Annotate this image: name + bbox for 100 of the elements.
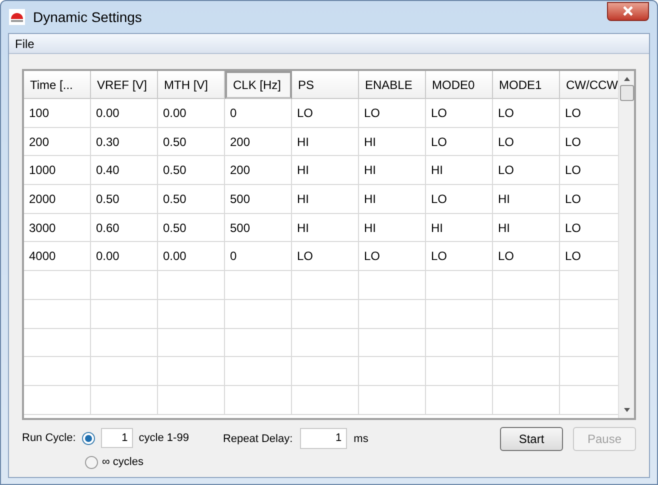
- empty-table-cell: [24, 328, 91, 358]
- run-cycle-label: Run Cycle:: [22, 430, 76, 446]
- repeat-delay-field[interactable]: 1: [300, 428, 347, 449]
- table-cell: LO: [493, 128, 560, 156]
- empty-table-cell: [426, 271, 493, 300]
- table-cell: 500: [225, 214, 292, 242]
- empty-table-cell: [359, 386, 426, 415]
- table-cell: 4000: [24, 242, 91, 272]
- empty-table-cell: [24, 357, 91, 386]
- table-cell: 0.50: [91, 185, 158, 214]
- empty-table-cell: [426, 357, 493, 386]
- table-cell: 500: [225, 185, 292, 214]
- table-cell: LO: [493, 242, 560, 272]
- table-cell: HI: [426, 156, 493, 186]
- table-cell: 0.50: [158, 156, 225, 186]
- empty-table-cell: [292, 357, 359, 386]
- table-cell: HI: [359, 128, 426, 156]
- unit-label: ms: [354, 432, 368, 447]
- table-cell: LO: [426, 242, 493, 272]
- empty-table-cell: [426, 300, 493, 328]
- table-cell: HI: [493, 185, 560, 214]
- empty-table-cell: [91, 328, 158, 358]
- empty-table-cell: [158, 386, 225, 415]
- empty-table-cell: [225, 271, 292, 300]
- empty-table-cell: [292, 271, 359, 300]
- close-icon: [622, 6, 634, 16]
- table-cell: HI: [359, 214, 426, 242]
- scroll-up-icon[interactable]: [622, 76, 630, 82]
- table-cell: 200: [225, 128, 292, 156]
- empty-table-cell: [426, 328, 493, 358]
- empty-table-cell: [426, 386, 493, 415]
- table-cell: 0: [225, 242, 292, 272]
- table-cell: 0.00: [158, 242, 225, 272]
- column-header[interactable]: VREF [V]: [91, 71, 158, 99]
- radio-button[interactable]: [85, 456, 98, 469]
- empty-table-cell: [493, 328, 560, 358]
- table-cell: 0.40: [91, 156, 158, 186]
- empty-table-cell: [91, 300, 158, 328]
- table-cell: HI: [493, 214, 560, 242]
- column-header[interactable]: PS: [292, 71, 359, 99]
- table-cell: 0.30: [91, 128, 158, 156]
- empty-table-cell: [225, 357, 292, 386]
- table-cell: LO: [493, 99, 560, 128]
- table-cell: 2000: [24, 185, 91, 214]
- table-cell: HI: [359, 185, 426, 214]
- empty-table-cell: [493, 271, 560, 300]
- empty-table-cell: [24, 300, 91, 328]
- empty-table-cell: [24, 271, 91, 300]
- table-cell: 0.60: [91, 214, 158, 242]
- column-header[interactable]: MTH [V]: [158, 71, 225, 99]
- table-cell: LO: [359, 99, 426, 128]
- empty-table-cell: [292, 328, 359, 358]
- empty-table-cell: [91, 271, 158, 300]
- menu-item[interactable]: File: [13, 34, 36, 52]
- empty-table-cell: [91, 357, 158, 386]
- column-header[interactable]: MODE0: [426, 71, 493, 99]
- empty-table-cell: [359, 300, 426, 328]
- table-cell: HI: [292, 156, 359, 186]
- empty-table-cell: [292, 300, 359, 328]
- action-button[interactable]: Start: [500, 427, 563, 451]
- table-cell: LO: [426, 185, 493, 214]
- repeat-delay-label: Repeat Delay:: [222, 432, 293, 447]
- radio-button[interactable]: [82, 432, 95, 444]
- table-cell: 0.50: [158, 185, 225, 214]
- table-cell: 200: [225, 156, 292, 186]
- close-button[interactable]: [607, 2, 649, 20]
- table-cell: HI: [292, 185, 359, 214]
- empty-table-cell: [225, 386, 292, 415]
- empty-table-cell: [225, 328, 292, 358]
- table-cell: LO: [359, 242, 426, 272]
- column-header[interactable]: MODE1: [493, 71, 560, 99]
- empty-table-cell: [292, 386, 359, 415]
- table-cell: HI: [292, 128, 359, 156]
- table-cell: HI: [426, 214, 493, 242]
- table-cell: 0.00: [158, 99, 225, 128]
- table-cell: 100: [24, 99, 91, 128]
- table-cell: LO: [292, 242, 359, 272]
- empty-table-cell: [24, 386, 91, 415]
- empty-table-cell: [158, 271, 225, 300]
- empty-table-cell: [158, 300, 225, 328]
- empty-table-cell: [225, 300, 292, 328]
- table-cell: HI: [292, 214, 359, 242]
- table-cell: LO: [426, 99, 493, 128]
- empty-table-cell: [158, 357, 225, 386]
- scrollbar[interactable]: [618, 71, 634, 418]
- table-cell: 0.50: [158, 128, 225, 156]
- column-header[interactable]: ENABLE: [359, 71, 426, 99]
- cycle-count-field[interactable]: 1: [100, 428, 133, 448]
- table-cell: LO: [292, 99, 359, 128]
- table-cell: 0.00: [91, 242, 158, 272]
- column-header[interactable]: Time [...: [24, 71, 91, 99]
- empty-table-cell: [158, 328, 225, 358]
- scroll-down-icon[interactable]: [622, 407, 630, 413]
- empty-table-cell: [493, 357, 560, 386]
- scroll-thumb[interactable]: [620, 85, 634, 101]
- window-title: Dynamic Settings: [33, 8, 142, 27]
- table-cell: 0.50: [158, 214, 225, 242]
- table-cell: 0.00: [91, 99, 158, 128]
- column-header[interactable]: CLK [Hz]: [225, 71, 292, 99]
- table-cell: 0: [225, 99, 292, 128]
